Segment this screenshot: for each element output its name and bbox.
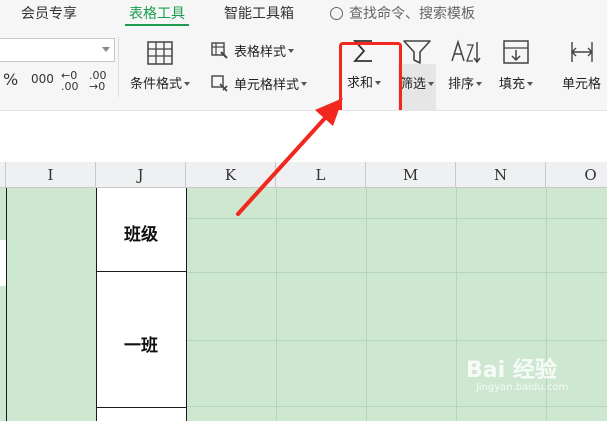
conditional-format-label: 条件格式 — [130, 77, 183, 92]
caret-down-icon — [476, 82, 483, 86]
column-header-m[interactable]: M — [366, 162, 456, 188]
grid-line — [186, 218, 607, 219]
grid-line — [276, 188, 277, 421]
watermark-main-text: Bai 经验 — [466, 358, 557, 383]
grid-line — [456, 188, 457, 421]
sort-icon — [451, 39, 481, 64]
decrease-decimal-button[interactable]: .00 →0 — [89, 70, 107, 92]
cell-label: 单元格 — [562, 77, 602, 92]
column-header-o[interactable]: O — [546, 162, 607, 188]
column-header-l[interactable]: L — [276, 162, 366, 188]
cell-j-class-header[interactable]: 班级 — [96, 220, 186, 245]
fill-label: 填充 — [499, 77, 526, 92]
column-header-i[interactable]: I — [6, 162, 96, 188]
cell-border — [96, 407, 186, 408]
watermark-url-text: jingyan.baidu.com — [476, 382, 569, 393]
sort-button[interactable]: 排序 — [448, 39, 483, 92]
caret-down-icon — [288, 48, 295, 53]
caret-down-icon — [184, 82, 191, 86]
grid-line — [366, 188, 367, 421]
filter-icon — [403, 40, 431, 64]
column-header-k[interactable]: K — [186, 162, 276, 188]
table-style-button[interactable]: 表格样式 — [211, 41, 295, 60]
number-format-select[interactable] — [0, 38, 115, 62]
cell-border — [96, 271, 186, 272]
fill-button[interactable]: 填充 — [499, 39, 534, 92]
conditional-format-button[interactable]: 条件格式 — [130, 41, 191, 92]
column-header-j[interactable]: J — [96, 162, 186, 188]
tab-smart-toolbox[interactable]: 智能工具箱 — [224, 3, 294, 23]
column-header-bar: I J K L M N O — [0, 162, 607, 188]
active-tab-indicator — [125, 24, 189, 26]
thousands-separator-button[interactable]: 000 — [31, 72, 54, 86]
search-icon — [330, 7, 343, 20]
chevron-down-icon — [102, 47, 110, 52]
cell-icon — [570, 42, 593, 62]
filter-button[interactable]: 筛选 — [400, 39, 435, 92]
tab-member[interactable]: 会员专享 — [21, 3, 77, 23]
ribbon-tab-bar: 会员专享 表格工具 智能工具箱 查找命令、搜索模板 — [0, 0, 607, 27]
percent-style-button[interactable]: % — [3, 70, 18, 89]
cell-button[interactable]: 单元格 — [562, 39, 601, 92]
cell-border — [186, 188, 187, 421]
conditional-format-icon — [147, 41, 173, 65]
command-search[interactable]: 查找命令、搜索模板 — [330, 3, 475, 23]
cell-style-button[interactable]: 单元格样式 — [211, 74, 308, 93]
cell-style-label: 单元格样式 — [234, 78, 300, 93]
fill-icon — [503, 40, 529, 64]
spreadsheet-window: 会员专享 表格工具 智能工具箱 查找命令、搜索模板 % 000 ←0 .00 .… — [0, 0, 607, 421]
grid-line — [186, 272, 607, 273]
filter-label: 筛选 — [400, 77, 427, 92]
cell-style-icon — [211, 75, 228, 92]
column-header-n[interactable]: N — [456, 162, 546, 188]
caret-down-icon — [301, 81, 308, 86]
sort-label: 排序 — [448, 77, 475, 92]
grid-line — [186, 340, 607, 341]
cell-j-class-1[interactable]: 一班 — [96, 331, 186, 356]
search-placeholder: 查找命令、搜索模板 — [349, 6, 475, 22]
ribbon-toolbar: % 000 ←0 .00 .00 →0 条件格式 表格样式 单元格样式 求和 筛… — [0, 27, 607, 139]
baidu-jingyan-watermark: Bai 经验 jingyan.baidu.com — [466, 352, 568, 393]
caret-down-icon — [428, 82, 435, 86]
table-style-icon — [211, 42, 228, 59]
tab-table-tools[interactable]: 表格工具 — [129, 3, 185, 23]
grid-line — [186, 406, 607, 407]
worksheet-grid[interactable]: 班级 一班 Bai 经验 jingyan.baidu.com — [0, 188, 607, 421]
cell-border — [6, 188, 7, 421]
table-style-label: 表格样式 — [234, 45, 287, 60]
formula-bar-area — [0, 110, 607, 162]
ribbon-separator — [118, 37, 119, 97]
caret-down-icon — [527, 82, 534, 86]
increase-decimal-button[interactable]: ←0 .00 — [61, 70, 79, 92]
